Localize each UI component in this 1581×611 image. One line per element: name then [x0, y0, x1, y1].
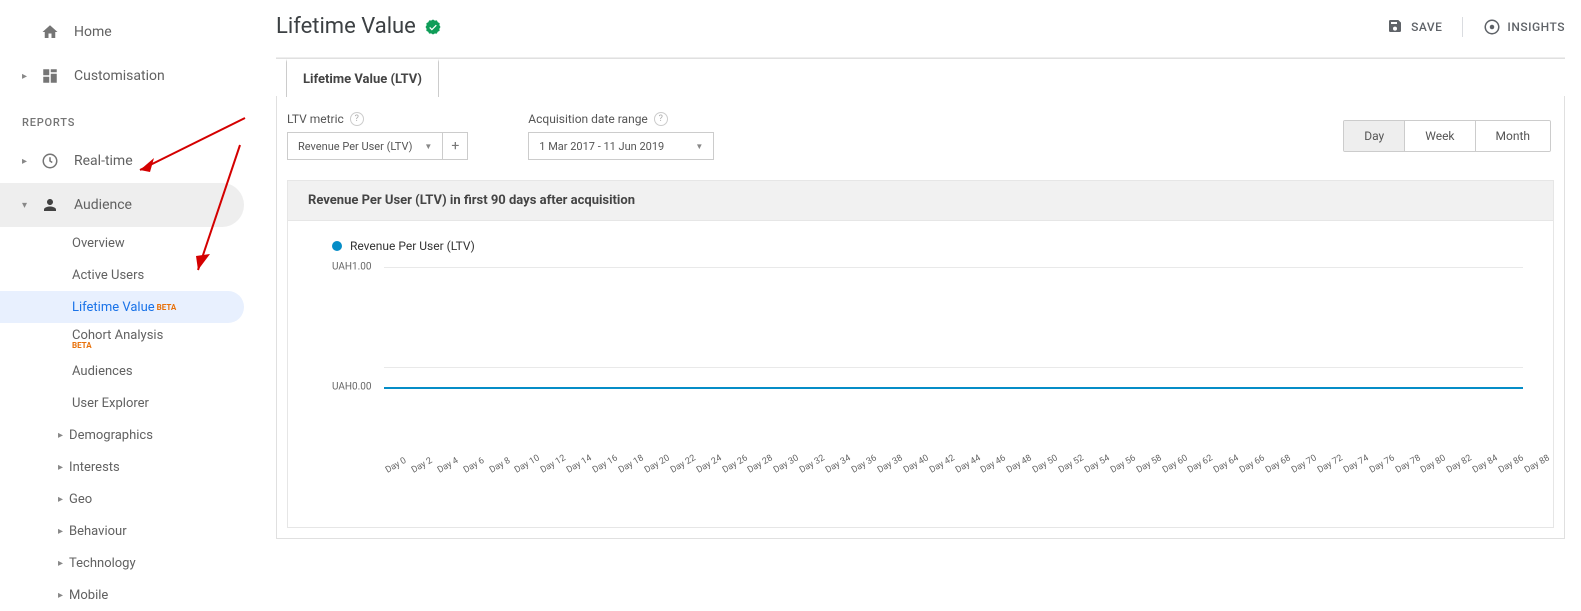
sub-label: Lifetime Value: [72, 300, 155, 315]
action-label: SAVE: [1411, 20, 1442, 34]
sidebar-sub-cohort[interactable]: Cohort Analysis BETA: [0, 323, 244, 355]
beta-badge: BETA: [157, 303, 177, 312]
sidebar-label: Customisation: [74, 68, 165, 84]
tabs: Lifetime Value (LTV): [276, 58, 1565, 96]
sidebar-sub-demographics[interactable]: Demographics: [0, 419, 244, 451]
sidebar-sub-interests[interactable]: Interests: [0, 451, 244, 483]
toggle-month[interactable]: Month: [1475, 121, 1550, 151]
sidebar-item-realtime[interactable]: ▸ Real-time: [0, 139, 256, 183]
tab-ltv[interactable]: Lifetime Value (LTV): [286, 59, 439, 97]
gridline: [384, 367, 1523, 368]
page-title: Lifetime Value: [276, 14, 416, 39]
chart-series-line: [384, 387, 1523, 389]
chart-body: Revenue Per User (LTV) UAH1.00 UAH0.00 D…: [287, 221, 1554, 528]
sidebar-section-reports: REPORTS: [0, 98, 256, 139]
sub-label: Geo: [69, 492, 92, 507]
chevron-right-icon: ▸: [22, 156, 32, 167]
chart-legend: Revenue Per User (LTV): [332, 239, 1533, 253]
sidebar-sub-audiences[interactable]: Audiences: [0, 355, 244, 387]
save-icon: [1387, 18, 1405, 36]
sidebar-sub-behaviour[interactable]: Behaviour: [0, 515, 244, 547]
chart-area: Revenue Per User (LTV) in first 90 days …: [287, 180, 1554, 528]
metric-label: LTV metric ?: [287, 112, 468, 126]
sidebar-sub-technology[interactable]: Technology: [0, 547, 244, 579]
sidebar-item-home[interactable]: Home: [0, 10, 256, 54]
sub-label: Behaviour: [69, 524, 127, 539]
sidebar-label: Audience: [74, 197, 132, 213]
caret-down-icon: ▼: [424, 142, 432, 151]
sidebar-sub-overview[interactable]: Overview: [0, 227, 244, 259]
sidebar-sub-geo[interactable]: Geo: [0, 483, 244, 515]
beta-badge: BETA: [72, 341, 163, 350]
sidebar-item-audience[interactable]: ▾ Audience: [0, 183, 244, 227]
sub-label: Overview: [72, 236, 125, 251]
header-actions: SAVE INSIGHTS: [1387, 17, 1565, 37]
date-label: Acquisition date range ?: [528, 112, 714, 126]
y-tick: UAH1.00: [332, 262, 372, 273]
sub-label: Active Users: [72, 268, 144, 283]
sub-label: User Explorer: [72, 396, 149, 411]
person-icon: [40, 195, 60, 215]
label-text: Acquisition date range: [528, 112, 648, 126]
dashboard-icon: [40, 66, 60, 86]
help-icon[interactable]: ?: [654, 112, 668, 126]
sidebar-sub-active-users[interactable]: Active Users: [0, 259, 244, 291]
select-value: Revenue Per User (LTV): [298, 140, 412, 153]
sidebar-subitems: Overview Active Users Lifetime ValueBETA…: [0, 227, 256, 611]
metric-select[interactable]: Revenue Per User (LTV) ▼: [287, 132, 443, 160]
home-icon: [40, 22, 60, 42]
clock-icon: [40, 151, 60, 171]
main-content: Lifetime Value SAVE INSIGHTS Lifetime Va…: [256, 0, 1581, 611]
chevron-down-icon: ▾: [22, 200, 32, 211]
sub-label: Technology: [69, 556, 136, 571]
sub-label: Mobile: [69, 588, 108, 603]
y-tick: UAH0.00: [332, 382, 372, 393]
insights-button[interactable]: INSIGHTS: [1483, 18, 1565, 36]
toggle-week[interactable]: Week: [1404, 121, 1474, 151]
save-button[interactable]: SAVE: [1387, 18, 1442, 36]
chart-title: Revenue Per User (LTV) in first 90 days …: [287, 180, 1554, 221]
page-header: Lifetime Value SAVE INSIGHTS: [276, 14, 1565, 58]
chart-plot: UAH1.00 UAH0.00: [332, 267, 1523, 467]
help-icon[interactable]: ?: [350, 112, 364, 126]
add-metric-button[interactable]: +: [443, 132, 468, 160]
sub-label: Audiences: [72, 364, 133, 379]
verified-badge-icon: [424, 18, 442, 36]
sidebar: Home ▸ Customisation REPORTS ▸ Real-time…: [0, 0, 256, 611]
select-value: 1 Mar 2017 - 11 Jun 2019: [539, 140, 664, 153]
sidebar-sub-mobile[interactable]: Mobile: [0, 579, 244, 611]
sub-label: Interests: [69, 460, 120, 475]
caret-down-icon: ▼: [695, 142, 703, 151]
legend-label: Revenue Per User (LTV): [350, 239, 475, 253]
x-tick: Day 88: [1523, 453, 1552, 475]
sidebar-label: Home: [74, 24, 112, 40]
chart-x-axis: Day 0Day 2Day 4Day 6Day 8Day 10Day 12Day…: [384, 467, 1523, 497]
date-range-select[interactable]: 1 Mar 2017 - 11 Jun 2019 ▼: [528, 132, 714, 160]
toggle-day[interactable]: Day: [1344, 121, 1404, 151]
sidebar-sub-lifetime-value[interactable]: Lifetime ValueBETA: [0, 291, 244, 323]
insights-icon: [1483, 18, 1501, 36]
panel: LTV metric ? Revenue Per User (LTV) ▼ + …: [276, 96, 1565, 539]
sidebar-item-customisation[interactable]: ▸ Customisation: [0, 54, 256, 98]
action-label: INSIGHTS: [1507, 20, 1565, 34]
label-text: LTV metric: [287, 112, 344, 126]
legend-dot-icon: [332, 241, 342, 251]
sidebar-label: Real-time: [74, 153, 133, 169]
gridline: [384, 267, 1523, 268]
sub-label: Demographics: [69, 428, 153, 443]
time-granularity-toggle: Day Week Month: [1343, 120, 1551, 152]
divider: [1462, 17, 1463, 37]
sidebar-sub-user-explorer[interactable]: User Explorer: [0, 387, 244, 419]
chevron-right-icon: ▸: [22, 71, 32, 82]
